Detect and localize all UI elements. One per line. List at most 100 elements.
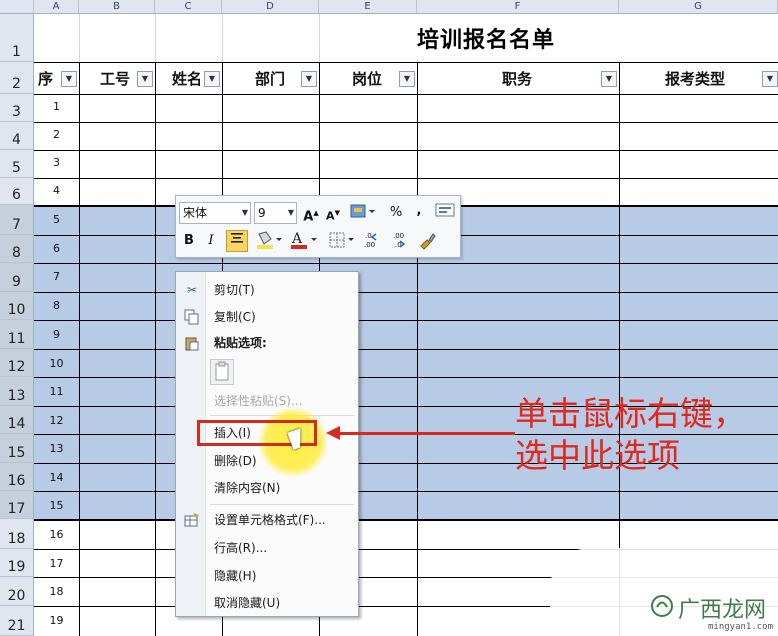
seq-cell[interactable]: 7 [34, 270, 79, 283]
chevron-down-icon: ▼ [287, 208, 294, 217]
menu-item-hide[interactable]: 隐藏(H) [214, 566, 256, 586]
seq-cell[interactable]: 10 [34, 357, 79, 370]
gridline [34, 62, 778, 63]
seq-cell[interactable]: 13 [34, 442, 79, 455]
gridline [155, 14, 156, 62]
filter-dropdown-id[interactable]: ▼ [137, 71, 153, 87]
format-painter-icon[interactable] [416, 230, 438, 252]
filter-dropdown-exam-type[interactable]: ▼ [762, 71, 778, 87]
row-header-18[interactable]: 18 [0, 519, 34, 549]
format-cells-icon [184, 512, 200, 528]
gridline [34, 349, 778, 350]
watermark-url: mingyan1.com [708, 622, 774, 632]
filter-dropdown-seq[interactable]: ▼ [61, 71, 77, 87]
row-header-15[interactable]: 15 [0, 434, 34, 463]
row-header-3[interactable]: 3 [0, 94, 34, 122]
menu-item-clear-contents[interactable]: 清除内容(N) [214, 478, 280, 498]
gridline [34, 263, 778, 264]
fill-color-icon[interactable] [254, 230, 284, 252]
shrink-font-icon[interactable]: A▼ [324, 202, 342, 224]
center-align-icon[interactable] [226, 230, 248, 252]
row-header-19[interactable]: 19 [0, 549, 34, 577]
seq-cell[interactable]: 1 [34, 100, 79, 113]
row-header-7[interactable]: 7 [0, 205, 34, 235]
seq-cell[interactable]: 6 [34, 242, 79, 255]
column-header-b[interactable]: B [79, 0, 155, 14]
column-header-a[interactable]: A [34, 0, 79, 14]
borders-icon[interactable] [326, 230, 356, 252]
row-header-4[interactable]: 4 [0, 122, 34, 150]
font-name-select[interactable]: 宋体 ▼ [179, 202, 251, 224]
row-header-21[interactable]: 21 [0, 606, 34, 636]
seq-cell[interactable]: 19 [34, 614, 79, 627]
seq-cell[interactable]: 3 [34, 156, 79, 169]
menu-item-delete[interactable]: 删除(D) [214, 451, 257, 471]
gridline [34, 491, 778, 492]
column-header-c[interactable]: C [155, 0, 222, 14]
paste-icon [184, 335, 200, 351]
bold-button[interactable]: B [180, 230, 198, 252]
row-header-11[interactable]: 11 [0, 320, 34, 349]
spreadsheet: A B C D E F G 1 2 3 4 5 6 7 8 9 10 11 12… [0, 0, 778, 636]
filter-dropdown-post[interactable]: ▼ [399, 71, 415, 87]
row-header-2[interactable]: 2 [0, 62, 34, 94]
menu-item-format-cells[interactable]: 设置单元格格式(F)... [214, 510, 326, 530]
seq-cell[interactable]: 12 [34, 414, 79, 427]
svg-text:.00: .00 [364, 241, 375, 249]
seq-cell[interactable]: 11 [34, 385, 79, 398]
seq-cell[interactable]: 17 [34, 557, 79, 570]
column-header-d[interactable]: D [222, 0, 319, 14]
seq-cell[interactable]: 5 [34, 213, 79, 226]
row-header-9[interactable]: 9 [0, 263, 34, 292]
row-header-16[interactable]: 16 [0, 463, 34, 491]
chevron-down-icon: ▼ [241, 208, 248, 217]
select-all-corner[interactable] [0, 0, 34, 14]
column-header-e[interactable]: E [319, 0, 417, 14]
menu-item-cut[interactable]: 剪切(T) [214, 280, 255, 300]
row-header-20[interactable]: 20 [0, 577, 34, 606]
row-header-6[interactable]: 6 [0, 178, 34, 205]
seq-cell[interactable]: 4 [34, 184, 79, 197]
seq-cell[interactable]: 14 [34, 471, 79, 484]
column-header-f[interactable]: F [417, 0, 619, 14]
row-header-14[interactable]: 14 [0, 406, 34, 434]
italic-button[interactable]: I [202, 230, 220, 252]
seq-cell[interactable]: 15 [34, 499, 79, 512]
row-header-5[interactable]: 5 [0, 150, 34, 178]
paste-option-button[interactable] [210, 359, 234, 385]
filter-dropdown-name[interactable]: ▼ [204, 71, 220, 87]
row-header-17[interactable]: 17 [0, 491, 34, 519]
font-size-select[interactable]: 9 ▼ [254, 202, 297, 224]
menu-item-copy[interactable]: 复制(C) [214, 307, 256, 327]
seq-cell[interactable]: 8 [34, 299, 79, 312]
watermark-logo-icon [650, 594, 674, 618]
seq-cell[interactable]: 9 [34, 328, 79, 341]
menu-item-unhide[interactable]: 取消隐藏(U) [214, 593, 280, 613]
header-seq: 序 [38, 70, 54, 88]
gridline [222, 14, 223, 62]
decrease-decimal-icon[interactable]: .00.0 [390, 230, 414, 252]
seq-cell[interactable]: 18 [34, 585, 79, 598]
seq-cell[interactable]: 2 [34, 128, 79, 141]
accounting-format-icon[interactable] [348, 202, 376, 224]
row-header-12[interactable]: 12 [0, 349, 34, 377]
menu-separator [210, 504, 354, 505]
row-header-1[interactable]: 1 [0, 14, 34, 62]
seq-cell[interactable]: 16 [34, 528, 79, 541]
gridline [34, 178, 778, 179]
increase-decimal-icon[interactable]: .0.00 [362, 230, 386, 252]
menu-item-row-height[interactable]: 行高(R)... [214, 538, 267, 558]
row-header-8[interactable]: 8 [0, 235, 34, 263]
row-header-13[interactable]: 13 [0, 377, 34, 406]
filter-dropdown-dept[interactable]: ▼ [301, 71, 317, 87]
comma-button[interactable]: , [412, 200, 426, 222]
font-color-icon[interactable]: A [288, 230, 320, 252]
svg-text:A: A [291, 231, 303, 247]
copy-icon [184, 309, 200, 325]
filter-dropdown-role[interactable]: ▼ [601, 71, 617, 87]
column-header-g[interactable]: G [619, 0, 778, 14]
percent-button[interactable]: % [386, 202, 406, 224]
grow-font-icon[interactable]: A▲ [302, 202, 320, 224]
row-header-10[interactable]: 10 [0, 292, 34, 320]
format-painter-small-icon[interactable] [434, 202, 456, 224]
